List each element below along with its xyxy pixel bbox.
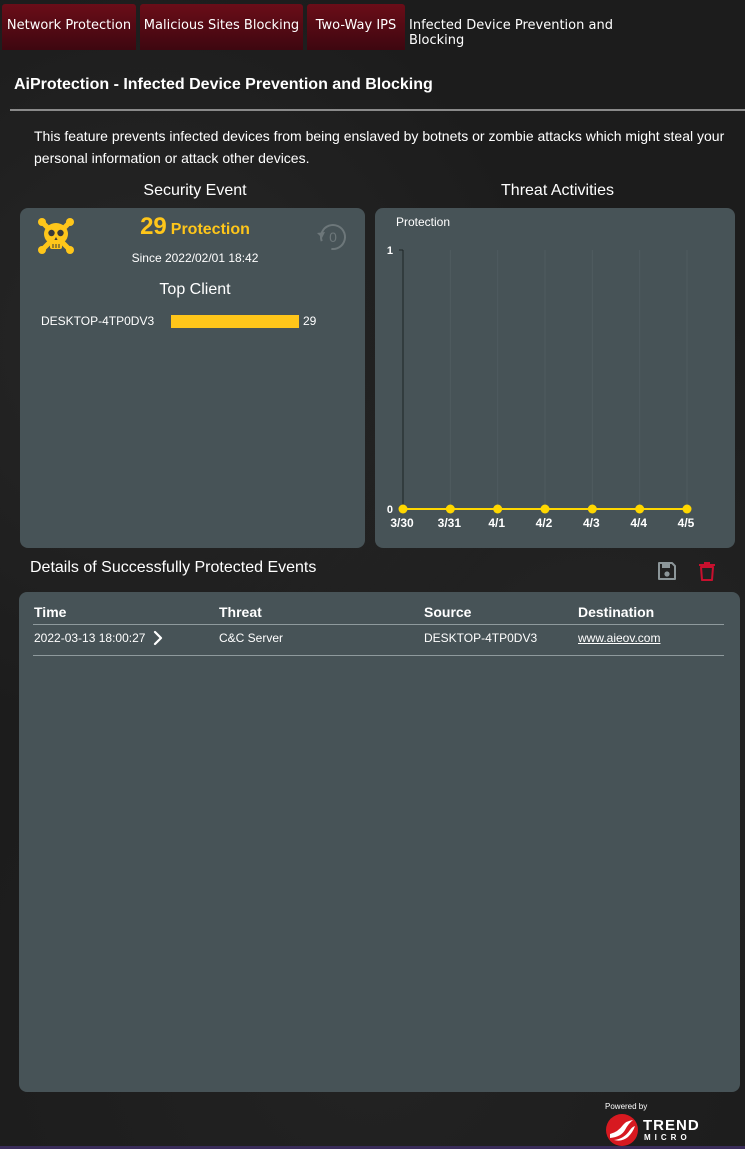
chart-x-tick-label: 4/1	[488, 516, 505, 530]
chart-x-tick-label: 3/31	[438, 516, 462, 530]
top-client-heading: Top Client	[159, 281, 231, 298]
chart-x-tick-label: 4/4	[630, 516, 647, 530]
chart-y-tick-label: 0	[387, 504, 393, 516]
event-destination-link[interactable]: www.aieov.com	[578, 631, 660, 645]
top-client-bar	[171, 315, 299, 328]
threat-activities-chart: Protection 0 1 3/30 3/31 4/1 4/2 4/3 4/4 4/5	[387, 215, 695, 530]
tab-two-way-ips[interactable]: Two-Way IPS	[307, 4, 405, 50]
chart-x-tick-label: 4/2	[536, 516, 553, 530]
protection-count-label: Protection	[170, 221, 250, 238]
top-client-name: DESKTOP-4TP0DV3	[41, 314, 155, 328]
security-event-heading: Security Event	[143, 182, 247, 199]
column-header-time: Time	[34, 604, 67, 620]
chart-data-point	[445, 504, 455, 514]
tab-malicious-sites-blocking[interactable]: Malicious Sites Blocking	[140, 4, 303, 50]
brand-name-line1: TREND	[643, 1117, 700, 1134]
protection-count-number: 29	[140, 213, 167, 240]
brand-name-line2: MICRO	[644, 1133, 691, 1142]
tab-network-protection[interactable]: Network Protection	[2, 4, 136, 50]
reset-counter-icon[interactable]: 0	[314, 221, 348, 253]
chart-data-point	[587, 504, 597, 514]
since-timestamp: Since 2022/02/01 18:42	[131, 251, 259, 265]
column-header-threat: Threat	[219, 604, 262, 620]
column-header-destination: Destination	[578, 604, 655, 620]
protection-count: 29 Protection	[130, 213, 260, 241]
skull-crossbones-icon	[38, 218, 74, 254]
chart-data-point	[493, 504, 503, 514]
chart-x-tick-label: 4/5	[678, 516, 695, 530]
tab-infected-device-prevention[interactable]: Infected Device Prevention and Blocking	[409, 4, 671, 50]
chart-data-point	[540, 504, 550, 514]
chart-x-tick-label: 3/30	[390, 516, 414, 530]
table-row-divider	[33, 655, 724, 656]
delete-icon[interactable]	[698, 561, 716, 581]
chart-series-label: Protection	[396, 215, 450, 229]
tab-bar: Network Protection Malicious Sites Block…	[0, 0, 745, 52]
chevron-right-icon[interactable]	[153, 630, 163, 646]
table-header-divider	[33, 624, 724, 625]
title-divider	[10, 109, 745, 111]
event-source: DESKTOP-4TP0DV3	[424, 631, 538, 645]
column-header-source: Source	[424, 604, 472, 620]
threat-activities-heading: Threat Activities	[501, 182, 614, 199]
chart-y-tick-label: 1	[387, 245, 393, 257]
event-time: 2022-03-13 18:00:27	[34, 631, 146, 645]
chart-x-tick-label: 4/3	[583, 516, 600, 530]
events-table-panel	[19, 592, 740, 1092]
chart-data-point	[682, 504, 692, 514]
powered-by-label: Powered by	[605, 1102, 648, 1111]
trend-micro-logo-icon	[606, 1114, 638, 1146]
chart-data-point	[398, 504, 408, 514]
event-threat: C&C Server	[219, 631, 284, 645]
feature-description: This feature prevents infected devices f…	[34, 128, 725, 166]
page-title: AiProtection - Infected Device Preventio…	[14, 76, 433, 93]
save-icon[interactable]	[657, 561, 677, 581]
chart-data-point	[635, 504, 645, 514]
details-heading: Details of Successfully Protected Events	[30, 559, 317, 576]
top-client-count: 29	[303, 314, 317, 328]
reset-counter-value: 0	[329, 229, 337, 245]
